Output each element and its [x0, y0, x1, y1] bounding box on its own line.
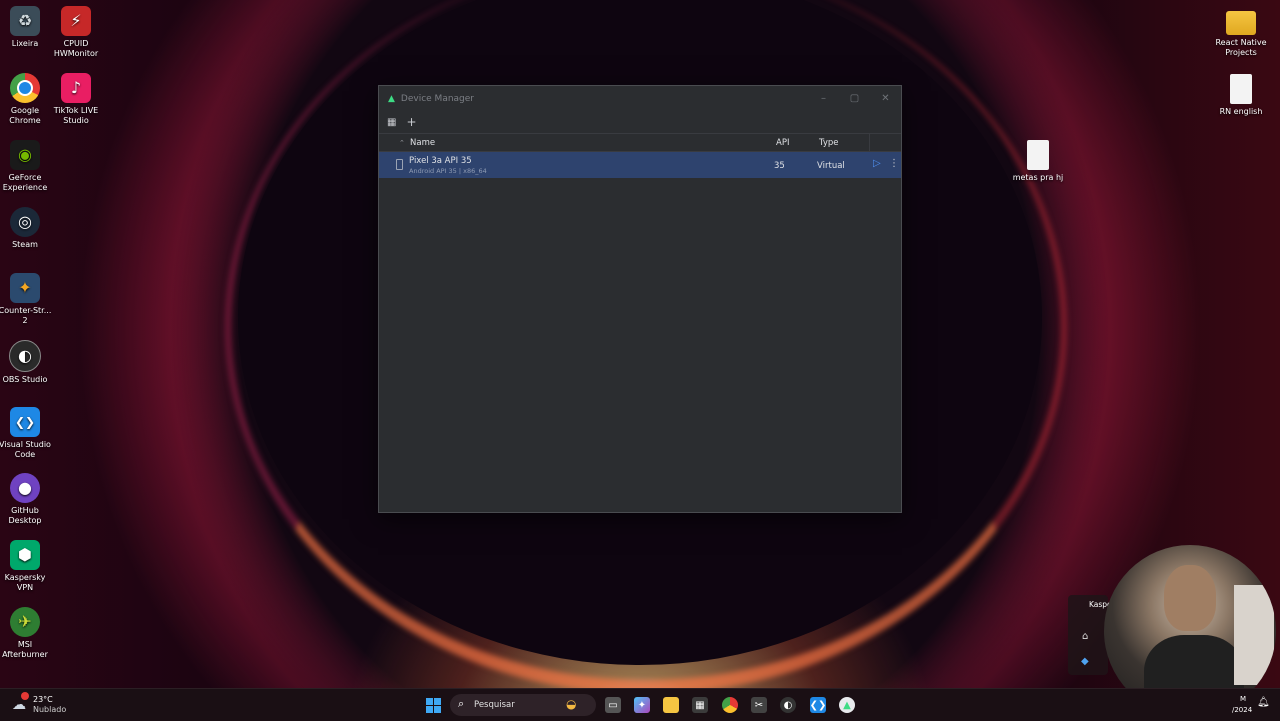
desktop-icon-github-desktop[interactable]: ● GitHub Desktop — [0, 473, 53, 526]
tiktok-live-icon: ♪ — [61, 73, 91, 103]
device-manager-window: ▲ Device Manager – ▢ ✕ ▦ + ⌃ Name API Ty… — [378, 85, 902, 513]
copilot-icon[interactable]: ✦ — [634, 697, 650, 713]
vscode-taskbar-icon[interactable]: ❮❯ — [810, 697, 826, 713]
microsoft-store-icon[interactable]: ▦ — [692, 697, 708, 713]
android-icon: ▲ — [388, 93, 395, 104]
clock-time: M — [1240, 695, 1247, 703]
column-header-api[interactable]: API — [776, 138, 789, 148]
task-view-icon[interactable]: ▭ — [605, 697, 621, 713]
table-header: ⌃ Name API Type — [379, 133, 901, 152]
desktop-icon-metas-pra-hj[interactable]: metas pra hj — [1010, 140, 1066, 183]
taskbar: ☁ 23°C Nublado ⌕ Pesquisar ◒ ▭ ✦ ▦ ✂ ◐ ❮… — [0, 688, 1280, 721]
tray-popup: Kaspe ⌂ ◆ — [1068, 595, 1112, 675]
geforce-icon: ◉ — [10, 140, 40, 170]
snipping-tool-icon[interactable]: ✂ — [751, 697, 767, 713]
device-name: Pixel 3a API 35 — [409, 156, 472, 166]
add-device-button[interactable]: + — [406, 115, 416, 129]
title-bar[interactable]: ▲ Device Manager – ▢ ✕ — [379, 86, 901, 111]
device-type: Virtual — [817, 161, 845, 171]
vscode-icon: ❮❯ — [10, 407, 40, 437]
android-studio-taskbar-icon[interactable]: ▲ — [839, 697, 855, 713]
maximize-icon[interactable]: ▢ — [839, 93, 870, 104]
desktop-icon-geforce[interactable]: ◉ GeForce Experience — [0, 140, 53, 193]
msi-afterburner-icon: ✈ — [10, 607, 40, 637]
chrome-icon — [10, 73, 40, 103]
desktop-icon-recycle-bin[interactable]: ♻ Lixeira — [0, 6, 53, 49]
folder-icon — [1226, 11, 1256, 35]
steam-icon: ◎ — [10, 207, 40, 237]
usb-icon[interactable]: ⌂ — [1082, 631, 1088, 642]
device-subtitle: Android API 35 | x86_64 — [409, 167, 487, 175]
launch-play-icon[interactable]: ▷ — [873, 158, 881, 169]
counter-strike-icon: ✦ — [10, 273, 40, 303]
sort-ascending-icon[interactable]: ⌃ — [399, 139, 405, 147]
desktop-icon-chrome[interactable]: Google Chrome — [0, 73, 53, 126]
device-row[interactable]: Pixel 3a API 35 Android API 35 | x86_64 … — [379, 152, 901, 178]
column-header-type[interactable]: Type — [819, 138, 839, 148]
obs-taskbar-icon[interactable]: ◐ — [780, 697, 796, 713]
weather-alert-badge — [21, 692, 29, 700]
minimize-icon[interactable]: – — [808, 93, 839, 104]
obs-icon: ◐ — [9, 340, 41, 372]
more-options-icon[interactable]: ⋮ — [889, 158, 899, 169]
phone-icon — [396, 159, 403, 170]
taco-doodle-icon: ◒ — [566, 697, 577, 711]
column-divider — [869, 134, 870, 151]
recycle-bin-icon: ♻ — [10, 6, 40, 36]
search-placeholder: Pesquisar — [474, 700, 515, 710]
kaspersky-vpn-icon: ⬢ — [10, 540, 40, 570]
desktop-icon-obs[interactable]: ◐ OBS Studio — [0, 340, 53, 385]
close-icon[interactable]: ✕ — [870, 93, 901, 104]
weather-description: Nublado — [33, 705, 67, 714]
desktop-icon-msi-afterburner[interactable]: ✈ MSI Afterburner — [0, 607, 53, 660]
notification-bell-icon[interactable]: 🔔︎ — [1257, 697, 1270, 708]
search-icon: ⌕ — [458, 697, 465, 710]
text-file-icon — [1230, 74, 1252, 104]
webcam-background-door — [1234, 585, 1274, 685]
windows-icon — [425, 697, 441, 713]
start-button[interactable] — [425, 697, 441, 713]
desktop-icon-rn-english[interactable]: RN english — [1213, 74, 1269, 117]
search-box[interactable]: ⌕ Pesquisar ◒ — [450, 694, 596, 716]
desktop-icon-steam[interactable]: ◎ Steam — [0, 207, 53, 250]
toolbar: ▦ + — [379, 111, 901, 133]
webcam-face — [1164, 565, 1216, 631]
desktop-icon-react-native-projects[interactable]: React Native Projects — [1213, 8, 1269, 58]
text-file-icon — [1027, 140, 1049, 170]
desktop-icon-kaspersky-vpn[interactable]: ⬢ Kaspersky VPN — [0, 540, 53, 593]
column-header-name[interactable]: Name — [410, 138, 435, 148]
chrome-taskbar-icon[interactable] — [722, 697, 738, 713]
file-explorer-icon[interactable] — [663, 697, 679, 713]
window-title: Device Manager — [400, 93, 475, 104]
desktop-icon-vscode[interactable]: ❮❯ Visual Studio Code — [0, 407, 53, 460]
weather-temp: 23°C — [33, 695, 53, 704]
device-grid-icon[interactable]: ▦ — [387, 117, 396, 128]
github-desktop-icon: ● — [10, 473, 40, 503]
desktop-icon-hwmonitor[interactable]: ⚡ CPUID HWMonitor — [48, 6, 104, 59]
clock-date: /2024 — [1232, 706, 1253, 714]
desktop-icon-tiktok-live[interactable]: ♪ TikTok LIVE Studio — [48, 73, 104, 126]
hwmonitor-icon: ⚡ — [61, 6, 91, 36]
desktop-icon-counter-strike[interactable]: ✦ Counter-Str... 2 — [0, 273, 53, 326]
kaspersky-tray-icon[interactable]: ◆ — [1081, 656, 1089, 667]
weather-widget[interactable]: ☁ — [12, 692, 34, 714]
device-api: 35 — [774, 161, 785, 171]
